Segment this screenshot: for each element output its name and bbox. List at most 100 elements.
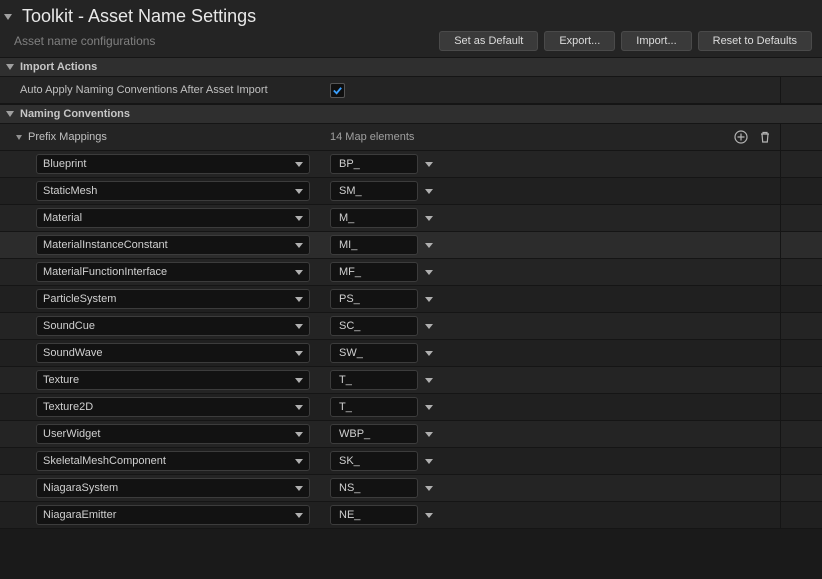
chevron-down-icon (295, 324, 303, 329)
header: Toolkit - Asset Name Settings Asset name… (0, 0, 822, 57)
prefix-input[interactable]: SC_ (330, 316, 418, 336)
prefix-input[interactable]: WBP_ (330, 424, 418, 444)
class-combo[interactable]: StaticMesh (36, 181, 310, 201)
class-combo[interactable]: ParticleSystem (36, 289, 310, 309)
mapping-row: Material M_ (0, 205, 822, 232)
chevron-down-icon (425, 270, 433, 275)
row-expand-button[interactable] (418, 459, 440, 464)
class-combo[interactable]: UserWidget (36, 424, 310, 444)
chevron-down-icon[interactable] (16, 135, 22, 140)
prefix-input[interactable]: NE_ (330, 505, 418, 525)
class-combo[interactable]: Texture (36, 370, 310, 390)
row-expand-button[interactable] (418, 243, 440, 248)
class-combo-value: SoundWave (43, 347, 295, 359)
property-label: Auto Apply Naming Conventions After Asse… (20, 84, 268, 96)
prefix-input[interactable]: BP_ (330, 154, 418, 174)
chevron-down-icon (425, 297, 433, 302)
page-title: Toolkit - Asset Name Settings (22, 6, 256, 27)
class-combo[interactable]: MaterialFunctionInterface (36, 262, 310, 282)
section-import-actions[interactable]: Import Actions (0, 57, 822, 77)
class-combo[interactable]: Texture2D (36, 397, 310, 417)
mapping-row: MaterialInstanceConstant MI_ (0, 232, 822, 259)
chevron-down-icon (295, 432, 303, 437)
prefix-input[interactable]: SK_ (330, 451, 418, 471)
chevron-down-icon (295, 297, 303, 302)
property-row-prefix-mappings: Prefix Mappings 14 Map elements (0, 124, 822, 151)
prefix-input-value: M_ (339, 212, 354, 224)
chevron-down-icon (295, 486, 303, 491)
prefix-input-value: T_ (339, 374, 352, 386)
section-title: Naming Conventions (20, 108, 130, 120)
row-expand-button[interactable] (418, 162, 440, 167)
chevron-down-icon (425, 486, 433, 491)
row-expand-button[interactable] (418, 432, 440, 437)
prefix-input[interactable]: MI_ (330, 235, 418, 255)
chevron-down-icon (295, 189, 303, 194)
prefix-input[interactable]: MF_ (330, 262, 418, 282)
add-element-button[interactable] (732, 128, 750, 146)
class-combo-value: Material (43, 212, 295, 224)
prefix-input[interactable]: PS_ (330, 289, 418, 309)
chevron-down-icon (425, 378, 433, 383)
reset-to-defaults-button[interactable]: Reset to Defaults (698, 31, 812, 51)
mapping-row: SoundWave SW_ (0, 340, 822, 367)
set-as-default-button[interactable]: Set as Default (439, 31, 538, 51)
property-row-auto-apply: Auto Apply Naming Conventions After Asse… (0, 77, 822, 104)
map-elements-count: 14 Map elements (330, 131, 414, 143)
chevron-down-icon (425, 189, 433, 194)
mapping-row: Texture T_ (0, 367, 822, 394)
section-title: Import Actions (20, 61, 97, 73)
chevron-down-icon (295, 216, 303, 221)
prefix-input[interactable]: SM_ (330, 181, 418, 201)
prefix-input-value: SW_ (339, 347, 363, 359)
mapping-row: SkeletalMeshComponent SK_ (0, 448, 822, 475)
row-expand-button[interactable] (418, 378, 440, 383)
class-combo[interactable]: SkeletalMeshComponent (36, 451, 310, 471)
class-combo-value: ParticleSystem (43, 293, 295, 305)
export-button[interactable]: Export... (544, 31, 615, 51)
class-combo[interactable]: SoundWave (36, 343, 310, 363)
class-combo-value: NiagaraSystem (43, 482, 295, 494)
mapping-row: UserWidget WBP_ (0, 421, 822, 448)
row-expand-button[interactable] (418, 405, 440, 410)
property-label: Prefix Mappings (28, 131, 107, 143)
chevron-down-icon (425, 432, 433, 437)
collapse-icon[interactable] (4, 14, 12, 20)
prefix-input[interactable]: T_ (330, 397, 418, 417)
prefix-input[interactable]: SW_ (330, 343, 418, 363)
auto-apply-checkbox[interactable] (330, 83, 345, 98)
prefix-input-value: NS_ (339, 482, 360, 494)
class-combo-value: NiagaraEmitter (43, 509, 295, 521)
chevron-down-icon (425, 216, 433, 221)
row-expand-button[interactable] (418, 351, 440, 356)
class-combo[interactable]: NiagaraEmitter (36, 505, 310, 525)
prefix-input-value: PS_ (339, 293, 360, 305)
row-expand-button[interactable] (418, 270, 440, 275)
class-combo[interactable]: Material (36, 208, 310, 228)
mapping-row: StaticMesh SM_ (0, 178, 822, 205)
row-expand-button[interactable] (418, 486, 440, 491)
chevron-down-icon (295, 351, 303, 356)
row-expand-button[interactable] (418, 189, 440, 194)
class-combo[interactable]: MaterialInstanceConstant (36, 235, 310, 255)
delete-elements-button[interactable] (756, 128, 774, 146)
chevron-down-icon (295, 243, 303, 248)
class-combo[interactable]: Blueprint (36, 154, 310, 174)
row-expand-button[interactable] (418, 297, 440, 302)
row-expand-button[interactable] (418, 324, 440, 329)
class-combo-value: SoundCue (43, 320, 295, 332)
class-combo[interactable]: SoundCue (36, 316, 310, 336)
import-button[interactable]: Import... (621, 31, 691, 51)
class-combo-value: MaterialFunctionInterface (43, 266, 295, 278)
toolbar: Set as Default Export... Import... Reset… (439, 31, 812, 51)
section-naming-conventions[interactable]: Naming Conventions (0, 104, 822, 124)
chevron-down-icon (295, 162, 303, 167)
chevron-down-icon (425, 351, 433, 356)
row-expand-button[interactable] (418, 216, 440, 221)
row-expand-button[interactable] (418, 513, 440, 518)
prefix-input[interactable]: NS_ (330, 478, 418, 498)
prefix-input[interactable]: M_ (330, 208, 418, 228)
class-combo[interactable]: NiagaraSystem (36, 478, 310, 498)
prefix-input[interactable]: T_ (330, 370, 418, 390)
prefix-input-value: WBP_ (339, 428, 370, 440)
